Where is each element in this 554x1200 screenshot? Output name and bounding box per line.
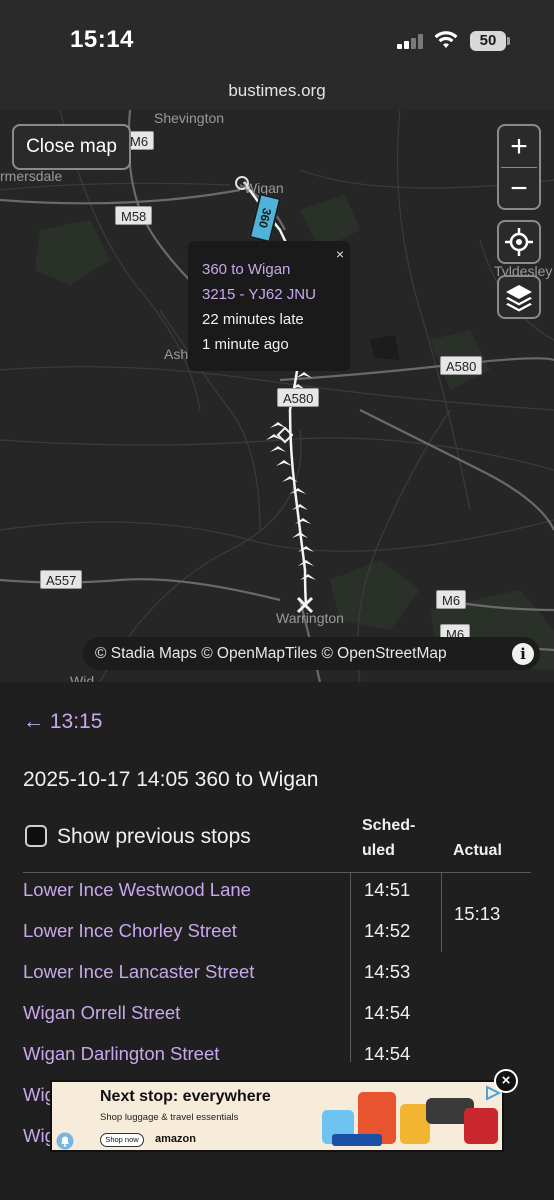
map-attribution: © Stadia Maps © OpenMapTiles © OpenStree… bbox=[83, 637, 540, 670]
scheduled-time: 14:51 bbox=[364, 879, 411, 900]
road-shield-m58: M58 bbox=[115, 206, 153, 225]
stop-name-link[interactable]: Wigan Darlington Street bbox=[23, 1043, 219, 1065]
ad-brand-logo: amazon bbox=[155, 1133, 196, 1145]
stop-name-link[interactable]: Lower Ince Westwood Lane bbox=[23, 879, 251, 901]
map-label-shevington: Shevington bbox=[154, 110, 225, 126]
show-previous-stops-checkbox[interactable] bbox=[25, 825, 47, 847]
attribution-text: © Stadia Maps © OpenMapTiles © OpenStree… bbox=[95, 645, 447, 662]
ad-subline: Shop luggage & travel essentials bbox=[100, 1112, 239, 1123]
zoom-controls: + − bbox=[497, 124, 541, 210]
road-shield-m6-2: M6 bbox=[436, 590, 467, 609]
wifi-icon bbox=[434, 31, 458, 48]
map-label-warrington: Warrington bbox=[276, 610, 344, 626]
url-bar[interactable]: bustimes.org bbox=[0, 78, 554, 110]
scheduled-time: 14:53 bbox=[364, 961, 411, 982]
stop-name-link[interactable]: Lower Ince Lancaster Street bbox=[23, 961, 254, 983]
map-label-skelmersdale: rmersdale bbox=[0, 168, 63, 184]
popup-lateness: 22 minutes late bbox=[202, 311, 304, 328]
popup-vehicle-link[interactable]: 3215 - YJ62 JNU bbox=[202, 282, 350, 307]
crosshair-icon bbox=[505, 228, 533, 256]
zoom-in-button[interactable]: + bbox=[499, 126, 539, 167]
ad-shop-button[interactable]: Shop now bbox=[100, 1133, 144, 1147]
info-icon[interactable]: i bbox=[512, 643, 534, 665]
road-shield-a580: A580 bbox=[440, 356, 483, 375]
stop-name-link[interactable]: Wigan Orrell Street bbox=[23, 1002, 180, 1024]
popup-updated: 1 minute ago bbox=[202, 336, 289, 353]
map[interactable]: Shevington rmersdale Wigan Tyldesley Ash… bbox=[0, 110, 554, 682]
status-time: 15:14 bbox=[70, 26, 134, 53]
luggage-image bbox=[322, 1092, 498, 1146]
close-map-button[interactable]: Close map bbox=[12, 124, 131, 170]
bell-icon bbox=[56, 1132, 74, 1150]
cellular-signal-icon bbox=[397, 33, 425, 49]
status-bar: 15:14 50 bbox=[0, 0, 554, 78]
ad-headline: Next stop: everywhere bbox=[100, 1088, 271, 1105]
previous-journey-link[interactable]: ← 13:15 bbox=[23, 710, 102, 734]
actual-time: 15:13 bbox=[454, 903, 501, 924]
ad-banner[interactable]: Next stop: everywhere Shop luggage & tra… bbox=[50, 1080, 504, 1152]
ad-close-button[interactable]: × bbox=[494, 1069, 518, 1093]
road-shield-a580-2: A580 bbox=[277, 388, 320, 407]
popup-route-link[interactable]: 360 to Wigan bbox=[202, 257, 350, 282]
stop-row: Wigan Orrell Street 14:54 bbox=[23, 993, 531, 1034]
map-label-widnes: Wid bbox=[70, 673, 95, 682]
stop-name-link[interactable]: Lower Ince Chorley Street bbox=[23, 920, 237, 942]
vehicle-popup: × 360 to Wigan 3215 - YJ62 JNU 22 minute… bbox=[188, 241, 350, 371]
scheduled-time: 14:52 bbox=[364, 920, 411, 941]
scheduled-header-line1: Sched- bbox=[362, 817, 416, 834]
battery-indicator: 50 bbox=[470, 31, 506, 51]
battery-tip bbox=[507, 37, 510, 45]
scheduled-time: 14:54 bbox=[364, 1002, 411, 1023]
scheduled-time: 14:54 bbox=[364, 1043, 411, 1064]
locate-button[interactable] bbox=[497, 220, 541, 264]
zoom-out-button[interactable]: − bbox=[499, 168, 539, 209]
stop-row: Lower Ince Lancaster Street 14:53 bbox=[23, 952, 531, 993]
layers-icon bbox=[506, 285, 532, 312]
layers-button[interactable] bbox=[497, 275, 541, 319]
journey-title: 2025-10-17 14:05 360 to Wigan bbox=[23, 768, 319, 791]
road-shield-a557: A557 bbox=[40, 570, 83, 589]
map-label-ashton: Ash bbox=[164, 346, 189, 362]
scheduled-header-line2: uled bbox=[362, 842, 395, 859]
actual-header: Actual bbox=[453, 842, 502, 859]
show-previous-stops-label[interactable]: Show previous stops bbox=[57, 825, 251, 849]
stop-row: Wigan Darlington Street 14:54 bbox=[23, 1034, 531, 1075]
popup-close-button[interactable]: × bbox=[336, 246, 344, 262]
